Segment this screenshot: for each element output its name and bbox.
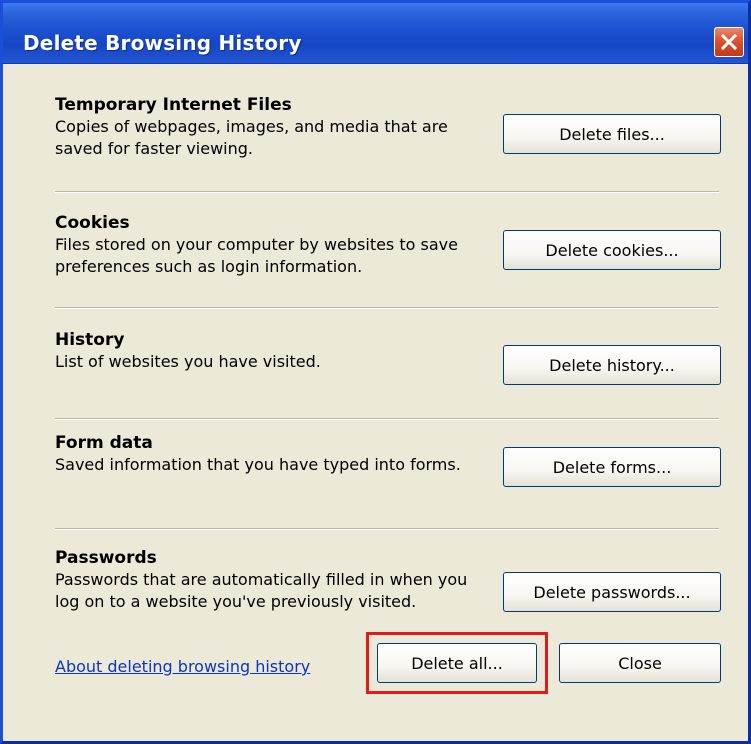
separator	[55, 191, 719, 193]
section-title: Passwords	[55, 548, 157, 568]
delete-cookies-button[interactable]: Delete cookies...	[503, 230, 721, 270]
dialog-body: Temporary Internet Files Copies of webpa…	[3, 64, 748, 741]
section-description: Copies of webpages, images, and media th…	[55, 117, 448, 158]
delete-browsing-history-dialog: Delete Browsing History Temporary Intern…	[0, 0, 751, 744]
delete-history-button[interactable]: Delete history...	[503, 345, 721, 385]
delete-forms-button[interactable]: Delete forms...	[503, 447, 721, 487]
close-button[interactable]: Close	[559, 643, 721, 683]
close-icon[interactable]	[714, 27, 744, 57]
dialog-title: Delete Browsing History	[23, 31, 302, 55]
section-description: Passwords that are automatically filled …	[55, 570, 468, 611]
separator	[55, 528, 719, 530]
title-bar[interactable]: Delete Browsing History	[3, 3, 748, 64]
section-description: List of websites you have visited.	[55, 352, 321, 371]
section-description: Files stored on your computer by website…	[55, 235, 458, 276]
section-description: Saved information that you have typed in…	[55, 455, 461, 474]
delete-passwords-button[interactable]: Delete passwords...	[503, 572, 721, 612]
separator	[55, 307, 719, 309]
about-deleting-browsing-history-link[interactable]: About deleting browsing history	[55, 657, 310, 676]
section-title: Temporary Internet Files	[55, 95, 292, 115]
delete-files-button[interactable]: Delete files...	[503, 114, 721, 154]
separator	[55, 418, 719, 420]
delete-all-button[interactable]: Delete all...	[377, 643, 537, 683]
